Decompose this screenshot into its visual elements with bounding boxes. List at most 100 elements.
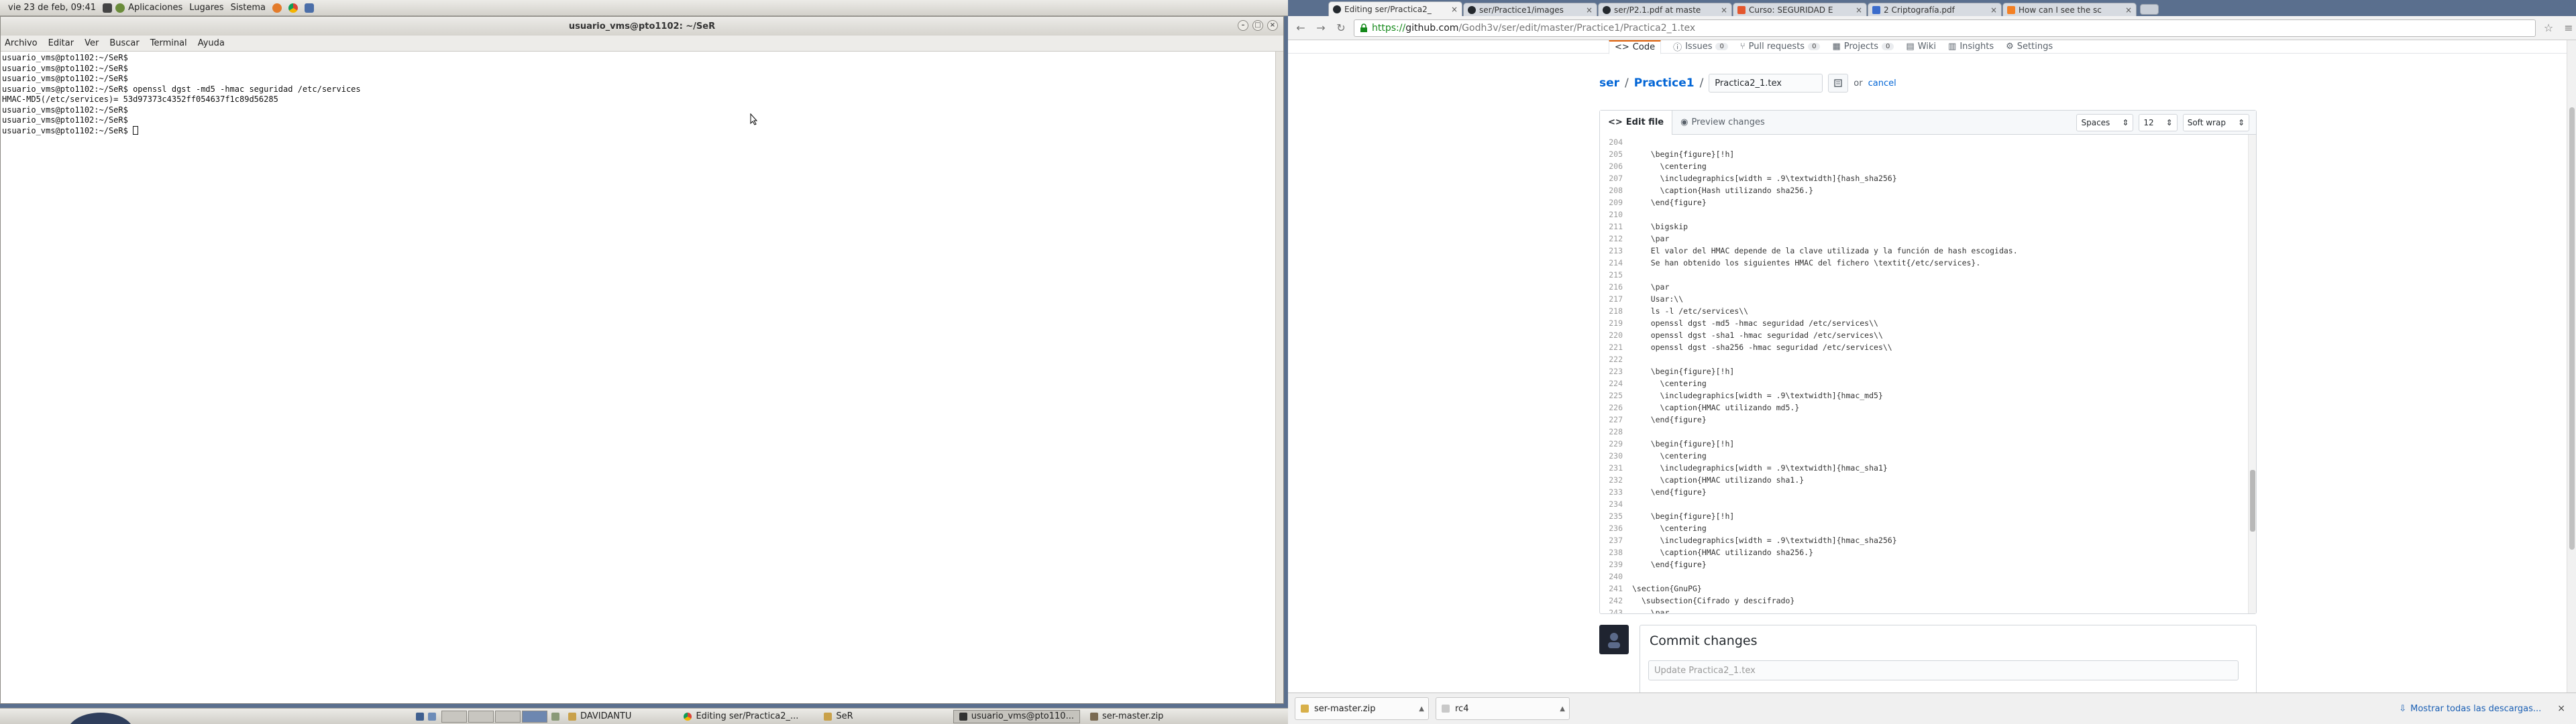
new-tab-button[interactable] <box>2140 4 2159 15</box>
terminal-menu-view[interactable]: Ver <box>85 38 99 48</box>
workspace-3[interactable] <box>495 710 521 723</box>
terminal-titlebar[interactable]: usuario_vms@pto1102: ~/SeR – □ × <box>1 17 1283 36</box>
menu-places[interactable]: Lugares <box>189 3 223 13</box>
code-line[interactable]: 220 openssl dgst -sha1 -hmac seguridad /… <box>1600 329 2256 341</box>
code-line[interactable]: 238 \caption{HMAC utilizando sha256.} <box>1600 546 2256 558</box>
terminal-menu-terminal[interactable]: Terminal <box>150 38 187 48</box>
terminal-prompt-line[interactable]: usuario_vms@pto1102:~/SeR$ <box>2 125 1282 137</box>
chrome-tab[interactable]: ser/P2.1.pdf at maste × <box>1598 3 1732 16</box>
code-line[interactable]: 233 \end{figure} <box>1600 486 2256 498</box>
chrome-tab[interactable]: How can I see the sc × <box>2002 3 2137 16</box>
code-line[interactable]: 230 \centering <box>1600 450 2256 462</box>
terminal-launcher-icon[interactable] <box>103 3 113 13</box>
file-manager-icon[interactable] <box>428 712 436 721</box>
bookmark-star-icon[interactable]: ☆ <box>2541 21 2556 36</box>
tab-wiki[interactable]: ▤ Wiki <box>1906 42 1936 52</box>
tab-close-icon[interactable]: × <box>1451 5 1458 14</box>
code-line[interactable]: 227 \end{figure} <box>1600 414 2256 426</box>
code-line[interactable]: 209 \end{figure} <box>1600 196 2256 208</box>
forward-icon[interactable]: → <box>1313 21 1328 36</box>
code-line[interactable]: 239 \end{figure} <box>1600 558 2256 570</box>
code-line[interactable]: 225 \includegraphics[width = .9\textwidt… <box>1600 389 2256 402</box>
code-line[interactable]: 241 \section{GnuPG} <box>1600 583 2256 595</box>
terminal-menu-edit[interactable]: Editar <box>48 38 74 48</box>
chrome-menu-icon[interactable]: ≡ <box>2561 21 2576 36</box>
code-line[interactable]: 210 <box>1600 208 2256 221</box>
download-item[interactable]: rc4 ▲ <box>1436 697 1570 720</box>
code-line[interactable]: 221 openssl dgst -sha256 -hmac seguridad… <box>1600 341 2256 353</box>
chrome-tab[interactable]: Curso: SEGURIDAD E × <box>1733 3 1867 16</box>
code-line[interactable]: 215 <box>1600 269 2256 281</box>
close-icon[interactable]: × <box>1267 20 1278 31</box>
chrome-tab[interactable]: 2 Criptografía.pdf × <box>1868 3 2002 16</box>
terminal-menu-file[interactable]: Archivo <box>5 38 38 48</box>
back-icon[interactable]: ← <box>1293 21 1308 36</box>
close-icon[interactable]: × <box>2557 703 2565 714</box>
code-line[interactable]: 224 \centering <box>1600 377 2256 389</box>
taskbar-item-terminal[interactable]: usuario_vms@pto110... <box>953 709 1080 723</box>
code-line[interactable]: 243 \par <box>1600 607 2256 613</box>
show-desktop-icon[interactable] <box>416 712 424 721</box>
code-line[interactable]: 204 <box>1600 136 2256 148</box>
tab-projects[interactable]: ▦ Projects 0 <box>1832 42 1894 52</box>
cancel-link[interactable]: cancel <box>1868 78 1896 88</box>
code-line[interactable]: 212 \par <box>1600 233 2256 245</box>
code-line[interactable]: 234 <box>1600 498 2256 510</box>
code-line[interactable]: 223 \begin{figure}[!h] <box>1600 365 2256 377</box>
menu-system[interactable]: Sistema <box>231 3 266 13</box>
tab-code[interactable]: <> Code <box>1609 40 1662 54</box>
reload-icon[interactable]: ↻ <box>1334 21 1348 36</box>
taskbar-item-davidantu[interactable]: DAVIDANTU <box>562 710 637 723</box>
code-line[interactable]: 219 openssl dgst -md5 -hmac seguridad /e… <box>1600 317 2256 329</box>
trash-icon[interactable] <box>551 712 559 721</box>
maximize-icon[interactable]: □ <box>1252 20 1263 31</box>
code-line[interactable]: 226 \caption{HMAC utilizando md5.} <box>1600 402 2256 414</box>
code-line[interactable]: 242 \subsection{Cifrado y descifrado} <box>1600 595 2256 607</box>
applications-menu[interactable]: Aplicaciones <box>103 3 182 13</box>
taskbar-item-ser-folder[interactable]: SeR <box>818 710 859 723</box>
terminal-scrollbar[interactable] <box>1275 52 1283 703</box>
code-line[interactable]: 228 <box>1600 426 2256 438</box>
terminal-menu-help[interactable]: Ayuda <box>198 38 225 48</box>
code-line[interactable]: 232 \caption{HMAC utilizando sha1.} <box>1600 474 2256 486</box>
code-line[interactable]: 235 \begin{figure}[!h] <box>1600 510 2256 522</box>
tab-settings[interactable]: ⚙ Settings <box>2006 42 2053 52</box>
commit-summary-input[interactable] <box>1648 660 2239 680</box>
tab-close-icon[interactable]: × <box>1721 5 1727 15</box>
filename-input[interactable] <box>1709 74 1823 93</box>
code-line[interactable]: 229 \begin{figure}[!h] <box>1600 438 2256 450</box>
code-line[interactable]: 207 \includegraphics[width = .9\textwidt… <box>1600 172 2256 184</box>
code-line[interactable]: 206 \centering <box>1600 160 2256 172</box>
tab-close-icon[interactable]: × <box>1990 5 1997 15</box>
mail-launcher-icon[interactable] <box>304 3 314 13</box>
terminal-output[interactable]: usuario_vms@pto1102:~/SeR$ usuario_vms@p… <box>1 52 1283 137</box>
taskbar-item-chrome[interactable]: Editing ser/Practica2_... <box>678 710 804 723</box>
workspace-2[interactable] <box>468 710 494 723</box>
tab-insights[interactable]: ▥ Insights <box>1948 42 1994 52</box>
tab-close-icon[interactable]: × <box>1586 5 1593 15</box>
chrome-tab[interactable]: Editing ser/Practica2_ × <box>1328 1 1462 16</box>
indent-mode-select[interactable]: Spaces ⇕ <box>2076 113 2134 131</box>
firefox-launcher-icon[interactable] <box>272 3 282 13</box>
code-editor[interactable]: 204 205 \begin{figure}[!h] 206 \centering 2… <box>1600 135 2256 613</box>
tab-issues[interactable]: ⓘ Issues 0 <box>1673 40 1728 53</box>
code-line[interactable]: 240 <box>1600 570 2256 583</box>
clock[interactable]: vie 23 de feb, 09:41 <box>8 3 96 13</box>
chrome-launcher-icon[interactable] <box>288 3 298 13</box>
workspace-1[interactable] <box>441 710 467 723</box>
terminal-menu-search[interactable]: Buscar <box>109 38 139 48</box>
code-line[interactable]: 216 \par <box>1600 281 2256 293</box>
page-scrollbar-thumb[interactable] <box>2569 107 2575 550</box>
code-line[interactable]: 211 \bigskip <box>1600 221 2256 233</box>
code-line[interactable]: 208 \caption{Hash utilizando sha256.} <box>1600 184 2256 196</box>
code-line[interactable]: 222 <box>1600 353 2256 365</box>
code-line[interactable]: 214 Se han obtenido los siguientes HMAC … <box>1600 257 2256 269</box>
code-line[interactable]: 236 \centering <box>1600 522 2256 534</box>
code-scrollbar[interactable] <box>2248 135 2256 613</box>
breadcrumb-dir-link[interactable]: Practice1 <box>1634 76 1695 90</box>
caret-up-icon[interactable]: ▲ <box>1560 705 1565 713</box>
tab-close-icon[interactable]: × <box>2125 5 2132 15</box>
caret-up-icon[interactable]: ▲ <box>1419 705 1424 713</box>
code-line[interactable]: 231 \includegraphics[width = .9\textwidt… <box>1600 462 2256 474</box>
file-settings-button[interactable] <box>1828 74 1849 93</box>
